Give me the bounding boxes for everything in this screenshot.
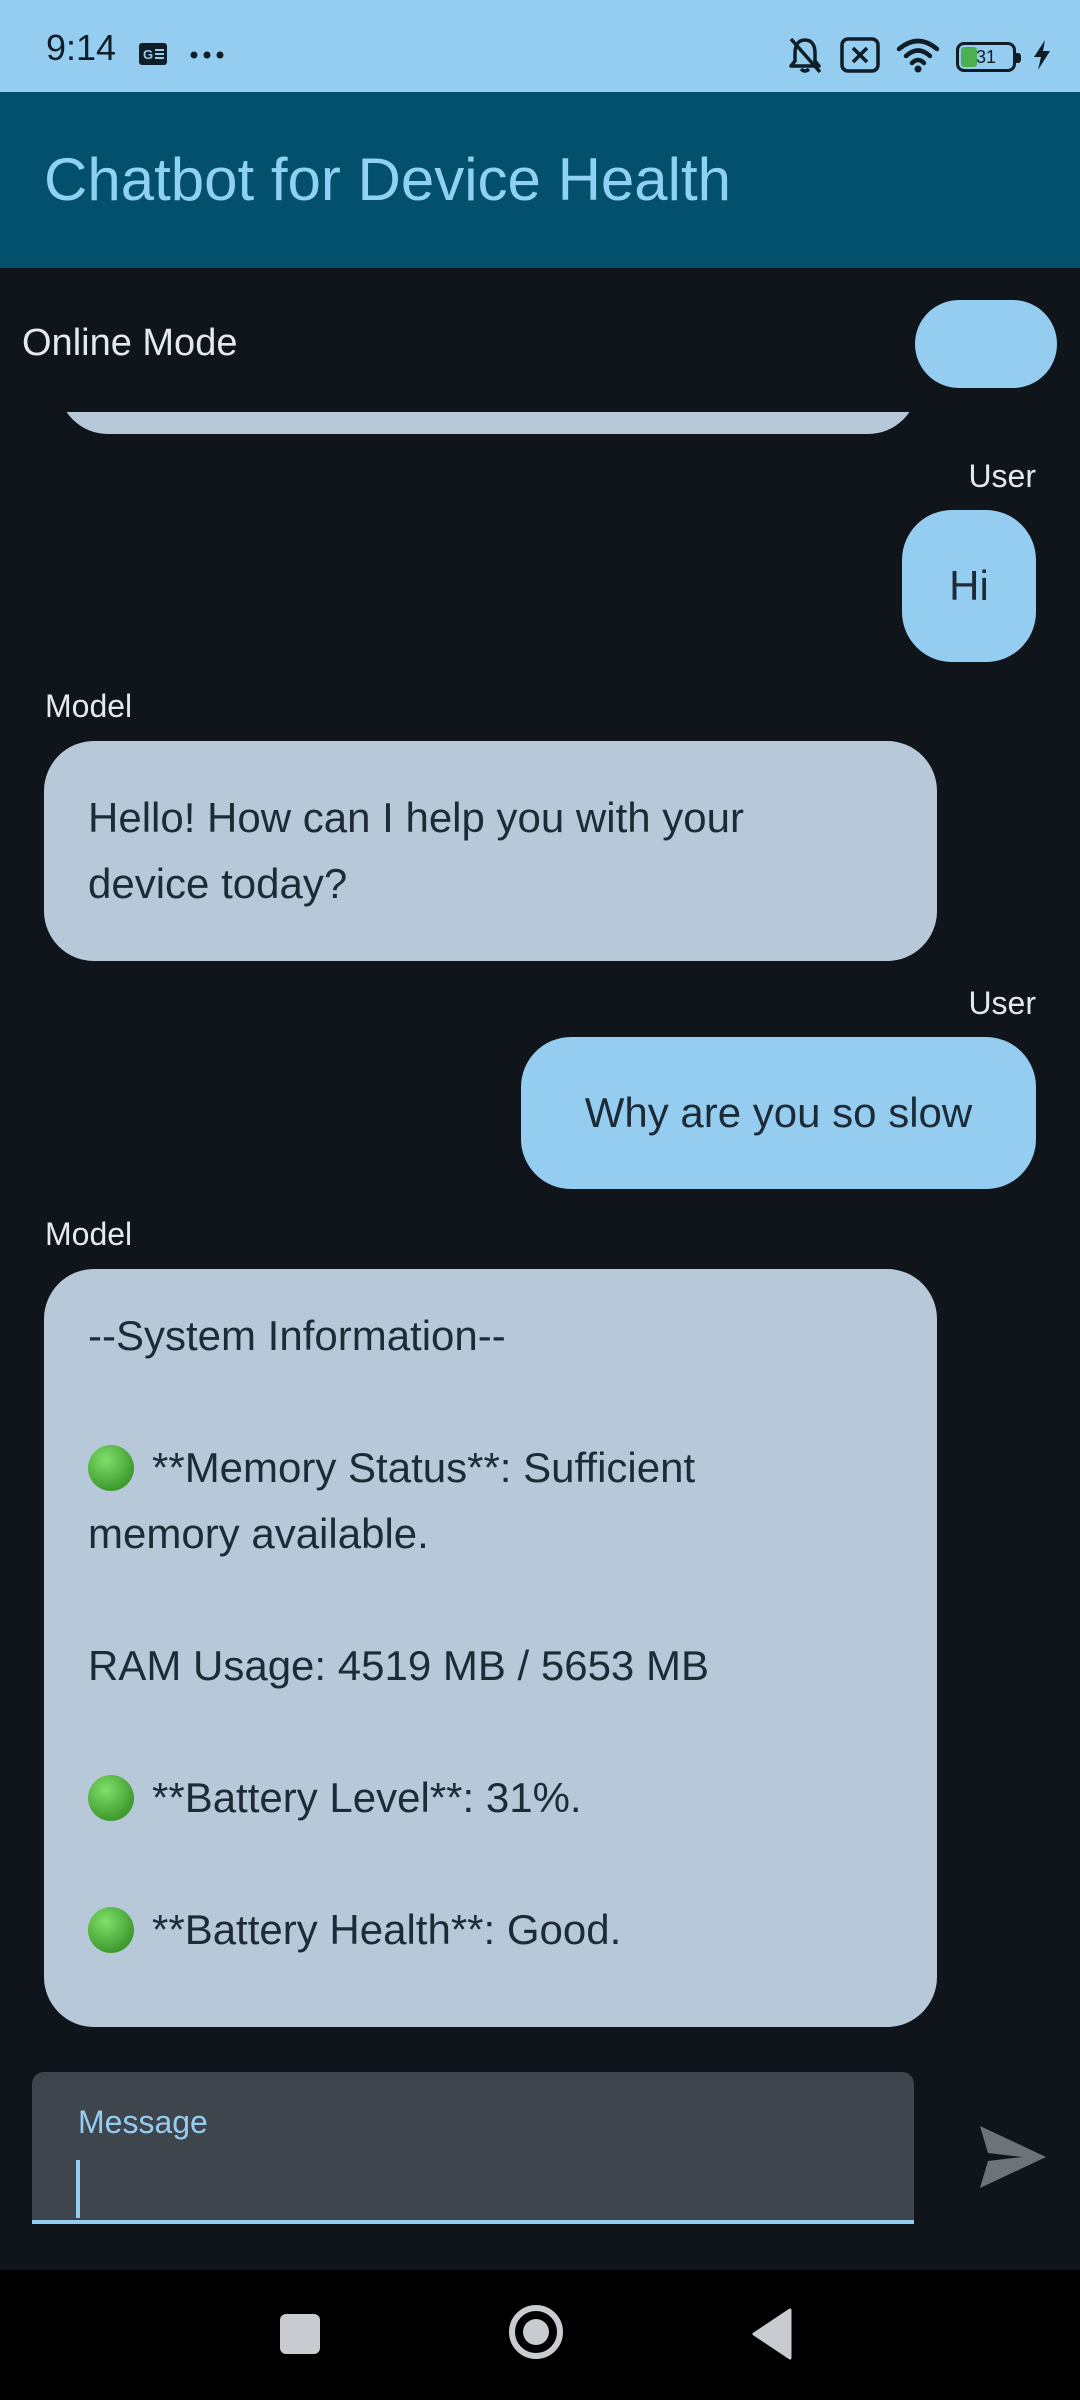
sender-label: Model xyxy=(45,1216,133,1252)
system-nav-bar xyxy=(0,2270,1080,2400)
model-message-bubble: --System Information-- **Memory Status**… xyxy=(44,1269,937,2027)
online-mode-label: Online Mode xyxy=(22,322,238,364)
app-title: Chatbot for Device Health xyxy=(44,146,732,213)
sender-label: User xyxy=(968,985,1036,1021)
bell-off-icon xyxy=(786,35,824,80)
sender-label: Model xyxy=(45,688,133,724)
composer: Message xyxy=(0,2042,1080,2270)
message-text: Hi xyxy=(949,562,989,609)
message-line xyxy=(88,1699,897,1765)
message-line: memory available. xyxy=(88,1510,429,1557)
message-line: device today? xyxy=(88,860,348,907)
text-cursor xyxy=(76,2160,80,2218)
message-text: **Battery Health**: Good. xyxy=(152,1906,622,1953)
green-circle-icon xyxy=(88,1775,134,1821)
notification-icons: G xyxy=(138,36,224,76)
more-icon xyxy=(190,47,224,65)
previous-message-bubble xyxy=(58,412,918,434)
message-line xyxy=(88,1831,897,1897)
send-icon xyxy=(980,2126,1046,2188)
mode-row: Online Mode xyxy=(0,268,1080,418)
cancel-box-icon xyxy=(840,36,880,78)
user-message-bubble: Why are you so slow xyxy=(521,1037,1036,1189)
message-line: Hello! How can I help you with your xyxy=(88,794,744,841)
message-text: **Battery Level**: 31%. xyxy=(152,1774,582,1821)
message-line: **Battery Level**: 31%. xyxy=(88,1765,897,1831)
green-circle-icon xyxy=(88,1907,134,1953)
battery-nub xyxy=(1016,53,1021,63)
news-icon: G xyxy=(138,42,168,71)
message-input[interactable]: Message xyxy=(32,2072,914,2224)
message-text: **Memory Status**: Sufficient xyxy=(152,1444,696,1491)
message-line: RAM Usage: 4519 MB / 5653 MB xyxy=(88,1642,709,1689)
recent-apps-icon[interactable] xyxy=(280,2314,320,2354)
online-mode-toggle[interactable] xyxy=(915,300,1057,388)
status-time: 9:14 xyxy=(46,27,117,68)
charging-bolt-icon xyxy=(1032,39,1052,76)
message-line: --System Information-- xyxy=(88,1312,506,1359)
battery-icon: 31 xyxy=(956,42,1021,72)
message-input-label: Message xyxy=(78,2104,208,2140)
message-line: **Memory Status**: Sufficient xyxy=(88,1435,897,1501)
wifi-icon xyxy=(896,37,940,78)
user-message-bubble: Hi xyxy=(902,510,1036,662)
model-message-bubble: Hello! How can I help you with your devi… xyxy=(44,741,937,961)
message-line xyxy=(88,1369,897,1435)
message-text: Why are you so slow xyxy=(584,1089,973,1136)
app-bar: Chatbot for Device Health xyxy=(0,92,1080,268)
message-line xyxy=(88,1567,897,1633)
battery-percent: 31 xyxy=(975,47,997,67)
home-icon[interactable] xyxy=(508,2304,564,2360)
green-circle-icon xyxy=(88,1445,134,1491)
sender-label: User xyxy=(968,458,1036,494)
status-bar: 9:14 G 31 xyxy=(0,0,1080,92)
back-icon[interactable] xyxy=(750,2308,792,2360)
chat-list[interactable]: User Hi Model Hello! How can I help you … xyxy=(0,412,1080,2042)
send-button[interactable] xyxy=(978,2124,1048,2190)
system-icons: 31 xyxy=(786,30,1052,84)
message-line: **Battery Health**: Good. xyxy=(88,1897,897,1963)
svg-text:G: G xyxy=(143,47,153,62)
